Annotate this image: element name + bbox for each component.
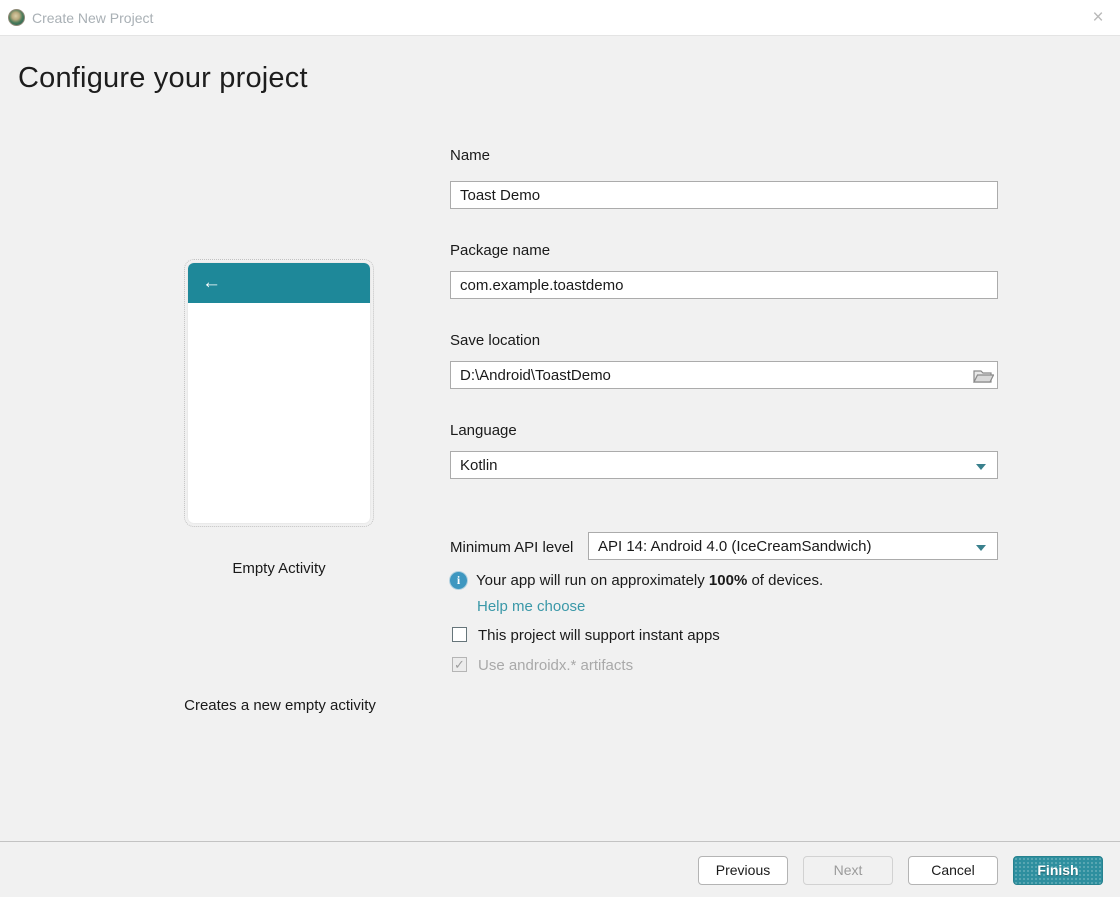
- finish-button[interactable]: Finish: [1013, 856, 1103, 885]
- folder-browse-icon[interactable]: [972, 365, 994, 385]
- api-coverage-percent: 100%: [709, 572, 747, 589]
- template-name: Empty Activity: [188, 560, 370, 577]
- template-description: Creates a new empty activity: [150, 697, 410, 714]
- androidx-checkbox: ✓: [452, 657, 467, 672]
- template-preview-appbar: ←: [188, 263, 370, 303]
- page-title: Configure your project: [18, 62, 308, 95]
- name-input[interactable]: [450, 181, 998, 209]
- min-api-value: API 14: Android 4.0 (IceCreamSandwich): [598, 538, 871, 555]
- language-label: Language: [450, 422, 517, 439]
- previous-button[interactable]: Previous: [698, 856, 788, 885]
- androidx-label: Use androidx.* artifacts: [478, 657, 633, 674]
- save-location-input[interactable]: [450, 361, 998, 389]
- package-name-input[interactable]: [450, 271, 998, 299]
- min-api-label: Minimum API level: [450, 539, 573, 556]
- close-icon[interactable]: ×: [1086, 6, 1110, 30]
- chevron-down-icon: [976, 545, 986, 551]
- language-value: Kotlin: [460, 457, 498, 474]
- template-preview-card: ←: [188, 263, 370, 523]
- window-titlebar: Create New Project ×: [0, 0, 1120, 36]
- language-select[interactable]: Kotlin: [450, 451, 998, 479]
- window-title: Create New Project: [32, 0, 153, 36]
- info-icon: i: [450, 572, 467, 589]
- android-studio-icon: [8, 9, 25, 26]
- help-me-choose-link[interactable]: Help me choose: [477, 598, 585, 615]
- cancel-button[interactable]: Cancel: [908, 856, 998, 885]
- footer-divider: [0, 841, 1120, 842]
- api-coverage-note: Your app will run on approximately 100% …: [476, 572, 823, 589]
- min-api-select[interactable]: API 14: Android 4.0 (IceCreamSandwich): [588, 532, 998, 560]
- instant-apps-checkbox[interactable]: [452, 627, 467, 642]
- instant-apps-label[interactable]: This project will support instant apps: [478, 627, 720, 644]
- next-button: Next: [803, 856, 893, 885]
- name-label: Name: [450, 147, 490, 164]
- chevron-down-icon: [976, 464, 986, 470]
- package-name-label: Package name: [450, 242, 550, 259]
- back-arrow-icon: ←: [202, 270, 221, 296]
- save-location-label: Save location: [450, 332, 540, 349]
